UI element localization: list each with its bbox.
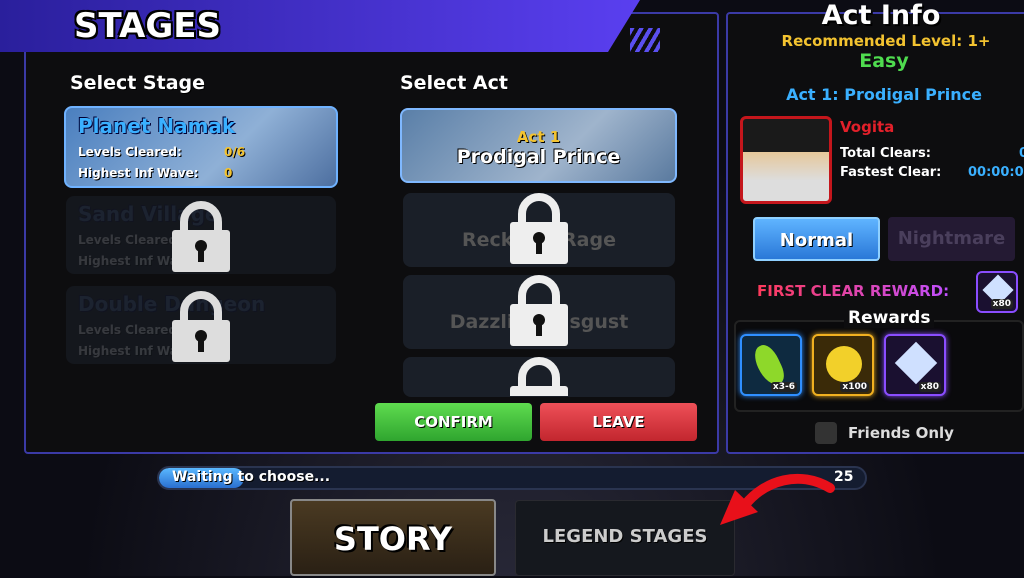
levels-label: Levels Cleared: <box>78 145 182 159</box>
recommended-level: Recommended Level: 1+ <box>781 32 991 50</box>
stage-card-planet-namak[interactable]: Planet Namak Levels Cleared: 0/6 Highest… <box>64 106 338 188</box>
friends-only-checkbox[interactable] <box>815 422 837 444</box>
rewards-label: Rewards <box>844 308 935 328</box>
red-arrow-annotation <box>720 473 835 525</box>
difficulty-label: Easy <box>859 50 909 72</box>
act-name: Prodigal Prince <box>456 146 621 168</box>
lock-icon <box>172 201 230 272</box>
act-info-title: Act Info <box>821 0 941 31</box>
select-act-heading: Select Act <box>400 72 508 94</box>
lock-icon <box>510 357 568 396</box>
act-name: Act 1: Prodigal Prince <box>786 85 982 104</box>
levels-label: Levels Cleared: <box>78 323 182 337</box>
reward-bean: x3-6 <box>740 334 802 396</box>
boss-portrait <box>740 116 832 204</box>
reward-qty: x80 <box>918 382 941 392</box>
total-clears-value: 0 <box>1019 146 1024 161</box>
levels-value: 0/6 <box>224 145 246 159</box>
select-stage-heading: Select Stage <box>70 72 206 94</box>
nightmare-mode-button[interactable]: Nightmare <box>888 217 1015 261</box>
first-clear-reward-label: FIRST CLEAR REWARD: <box>757 282 950 300</box>
leave-button[interactable]: LEAVE <box>540 403 697 441</box>
reward-qty: x100 <box>840 382 869 392</box>
page-title: STAGES <box>74 6 221 46</box>
total-clears-label: Total Clears: <box>840 146 931 161</box>
lock-icon <box>172 291 230 362</box>
confirm-button[interactable]: CONFIRM <box>375 403 532 441</box>
wave-label: Highest Inf Wave: <box>78 166 199 180</box>
lock-icon <box>510 275 568 346</box>
status-text: Waiting to choose... <box>172 469 331 485</box>
reward-qty: x80 <box>990 299 1013 309</box>
wave-value: 0 <box>224 166 233 180</box>
act-number: Act 1 <box>516 128 561 146</box>
legend-stages-tab[interactable]: LEGEND STAGES <box>515 500 735 576</box>
lock-icon <box>510 193 568 264</box>
fastest-clear-value: 00:00:00 <box>968 165 1024 180</box>
reward-gold: x100 <box>812 334 874 396</box>
levels-label: Levels Cleared: <box>78 233 182 247</box>
act-card-1[interactable]: Act 1 Prodigal Prince <box>400 108 677 183</box>
boss-name: Vogita <box>840 118 895 136</box>
fastest-clear-label: Fastest Clear: <box>840 165 942 180</box>
friends-only-label: Friends Only <box>848 424 954 442</box>
gem-icon <box>894 341 938 385</box>
first-clear-gem-reward: x80 <box>976 271 1018 313</box>
stage-name: Planet Namak <box>78 114 236 138</box>
banner-stripes <box>630 28 660 52</box>
gold-coin-icon <box>826 346 862 382</box>
normal-mode-button[interactable]: Normal <box>753 217 880 261</box>
reward-qty: x3-6 <box>770 382 797 392</box>
story-tab[interactable]: STORY <box>290 499 496 576</box>
reward-gem: x80 <box>884 334 946 396</box>
